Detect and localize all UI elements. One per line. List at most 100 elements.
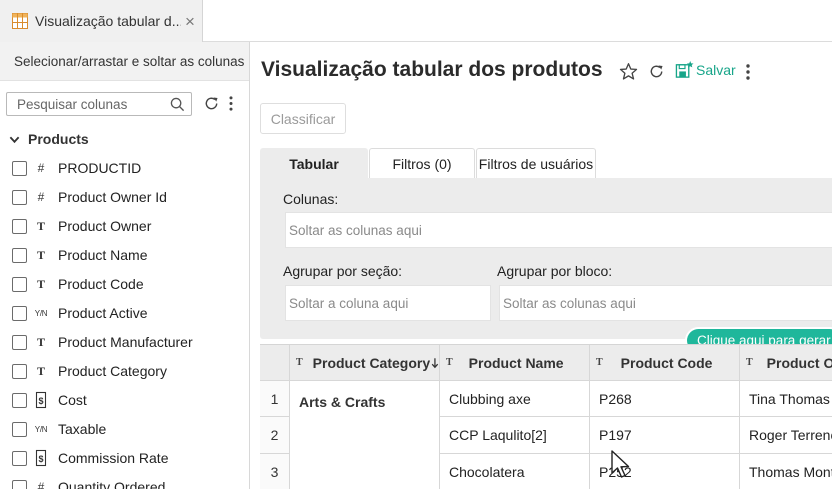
search-icon[interactable]	[170, 97, 185, 112]
cell-product-name[interactable]: Chocolatera	[440, 454, 590, 489]
table-view-icon	[12, 13, 28, 29]
column-checkbox[interactable]	[12, 306, 27, 321]
column-checkbox[interactable]	[12, 335, 27, 350]
column-name: Taxable	[58, 421, 107, 437]
refresh-icon[interactable]	[203, 95, 220, 112]
main-area: Visualização tabular dos produtos Salvar…	[251, 42, 832, 489]
column-item[interactable]: $ Cost	[0, 386, 249, 415]
table-tree-products[interactable]: Products	[9, 131, 89, 147]
column-header-product-category[interactable]: T Product Category	[290, 345, 440, 381]
chevron-down-icon	[9, 136, 20, 143]
save-button[interactable]: Salvar	[675, 60, 736, 80]
header-label: Product O	[766, 354, 832, 371]
number-type-icon: #	[37, 190, 45, 204]
column-checkbox[interactable]	[12, 422, 27, 437]
column-checkbox[interactable]	[12, 364, 27, 379]
column-item[interactable]: T Product Owner	[0, 212, 249, 241]
column-checkbox[interactable]	[12, 480, 27, 489]
column-checkbox[interactable]	[12, 219, 27, 234]
cell-product-name[interactable]: CCP Laqulito[2]	[440, 417, 590, 454]
row-index: 3	[260, 454, 290, 489]
columns-drop-zone[interactable]: Soltar as colunas aqui	[285, 212, 832, 248]
columns-label: Colunas:	[283, 191, 339, 207]
text-type-icon: T	[36, 247, 45, 262]
sort-desc-icon[interactable]	[431, 356, 439, 370]
document-tab-title: Visualização tabular d...	[35, 13, 181, 29]
column-item[interactable]: # Quantity Ordered	[0, 473, 249, 489]
tab-user-filters[interactable]: Filtros de usuários	[476, 148, 596, 179]
column-item[interactable]: T Product Code	[0, 270, 249, 299]
app-window: Visualização tabular d... × Selecionar/a…	[0, 0, 832, 489]
save-icon	[675, 60, 694, 78]
column-checkbox[interactable]	[12, 190, 27, 205]
column-checkbox[interactable]	[12, 161, 27, 176]
mouse-cursor-icon	[611, 450, 630, 478]
boolean-type-icon: Y/N	[34, 308, 48, 318]
column-item[interactable]: $ Commission Rate	[0, 444, 249, 473]
cell-product-owner[interactable]: Tina Thomas	[740, 381, 832, 417]
close-icon[interactable]: ×	[185, 13, 195, 30]
currency-type-icon: $	[35, 449, 47, 467]
group-block-label: Agrupar por bloco:	[497, 263, 613, 279]
cell-product-code[interactable]: P268	[590, 381, 740, 417]
text-type-icon: T	[296, 357, 303, 368]
text-type-icon: T	[746, 357, 753, 368]
cell-product-owner[interactable]: Roger Terrence	[740, 417, 832, 454]
star-icon[interactable]	[619, 62, 638, 81]
document-tab[interactable]: Visualização tabular d... ×	[0, 0, 203, 42]
column-checkbox[interactable]	[12, 451, 27, 466]
column-checkbox[interactable]	[12, 248, 27, 263]
text-type-icon: T	[446, 357, 453, 368]
column-item[interactable]: Y/N Taxable	[0, 415, 249, 444]
sort-button[interactable]: Classificar	[260, 103, 346, 134]
column-name: Commission Rate	[58, 450, 169, 466]
column-name: Quantity Ordered	[58, 479, 166, 489]
group-block-drop-zone[interactable]: Soltar as colunas aqui	[499, 285, 832, 321]
row-index: 2	[260, 417, 290, 454]
svg-text:$: $	[38, 396, 43, 406]
category-group-cell: Arts & Crafts	[290, 381, 440, 489]
columns-panel: Selecionar/arrastar e soltar as colunas …	[0, 42, 250, 489]
group-section-label: Agrupar por seção:	[283, 263, 403, 279]
page-title: Visualização tabular dos produtos	[261, 58, 603, 81]
search-input[interactable]	[17, 95, 167, 113]
svg-text:$: $	[38, 454, 43, 464]
cell-product-name[interactable]: Clubbing axe	[440, 381, 590, 417]
text-type-icon: T	[596, 357, 603, 368]
row-index: 1	[260, 381, 290, 417]
text-type-icon: T	[36, 363, 45, 378]
column-header-product-name[interactable]: T Product Name	[440, 345, 590, 381]
tab-tabular[interactable]: Tabular	[260, 148, 368, 179]
column-item[interactable]: Y/N Product Active	[0, 299, 249, 328]
column-checkbox[interactable]	[12, 393, 27, 408]
text-type-icon: T	[36, 218, 45, 233]
text-type-icon: T	[36, 334, 45, 349]
column-header-product-code[interactable]: T Product Code	[590, 345, 740, 381]
tab-strip: Visualização tabular d... ×	[0, 0, 832, 42]
grid-corner	[260, 345, 290, 381]
more-options-icon[interactable]	[744, 63, 752, 81]
column-name: PRODUCTID	[58, 160, 142, 176]
boolean-type-icon: Y/N	[34, 424, 48, 434]
column-item[interactable]: T Product Category	[0, 357, 249, 386]
header-label: Product Category	[312, 354, 431, 371]
column-name: Product Owner Id	[58, 189, 167, 205]
group-section-drop-zone[interactable]: Soltar a coluna aqui	[285, 285, 491, 321]
column-name: Product Category	[58, 363, 167, 379]
data-grid: T Product Category T Product Name T Prod…	[260, 344, 832, 489]
column-item[interactable]: T Product Name	[0, 241, 249, 270]
tab-filters[interactable]: Filtros (0)	[369, 148, 475, 179]
tree-root-label: Products	[28, 131, 89, 147]
more-options-icon[interactable]	[226, 95, 236, 112]
column-item[interactable]: T Product Manufacturer	[0, 328, 249, 357]
column-item[interactable]: # Product Owner Id	[0, 183, 249, 212]
column-item[interactable]: # PRODUCTID	[0, 154, 249, 183]
cell-product-owner[interactable]: Thomas Mont	[740, 454, 832, 489]
number-type-icon: #	[37, 161, 45, 175]
header-label: Product Name	[468, 354, 564, 371]
column-name: Cost	[58, 392, 87, 408]
refresh-icon[interactable]	[648, 63, 665, 80]
column-header-product-owner[interactable]: T Product O	[740, 345, 832, 381]
column-checkbox[interactable]	[12, 277, 27, 292]
header-label: Product Code	[620, 354, 713, 371]
